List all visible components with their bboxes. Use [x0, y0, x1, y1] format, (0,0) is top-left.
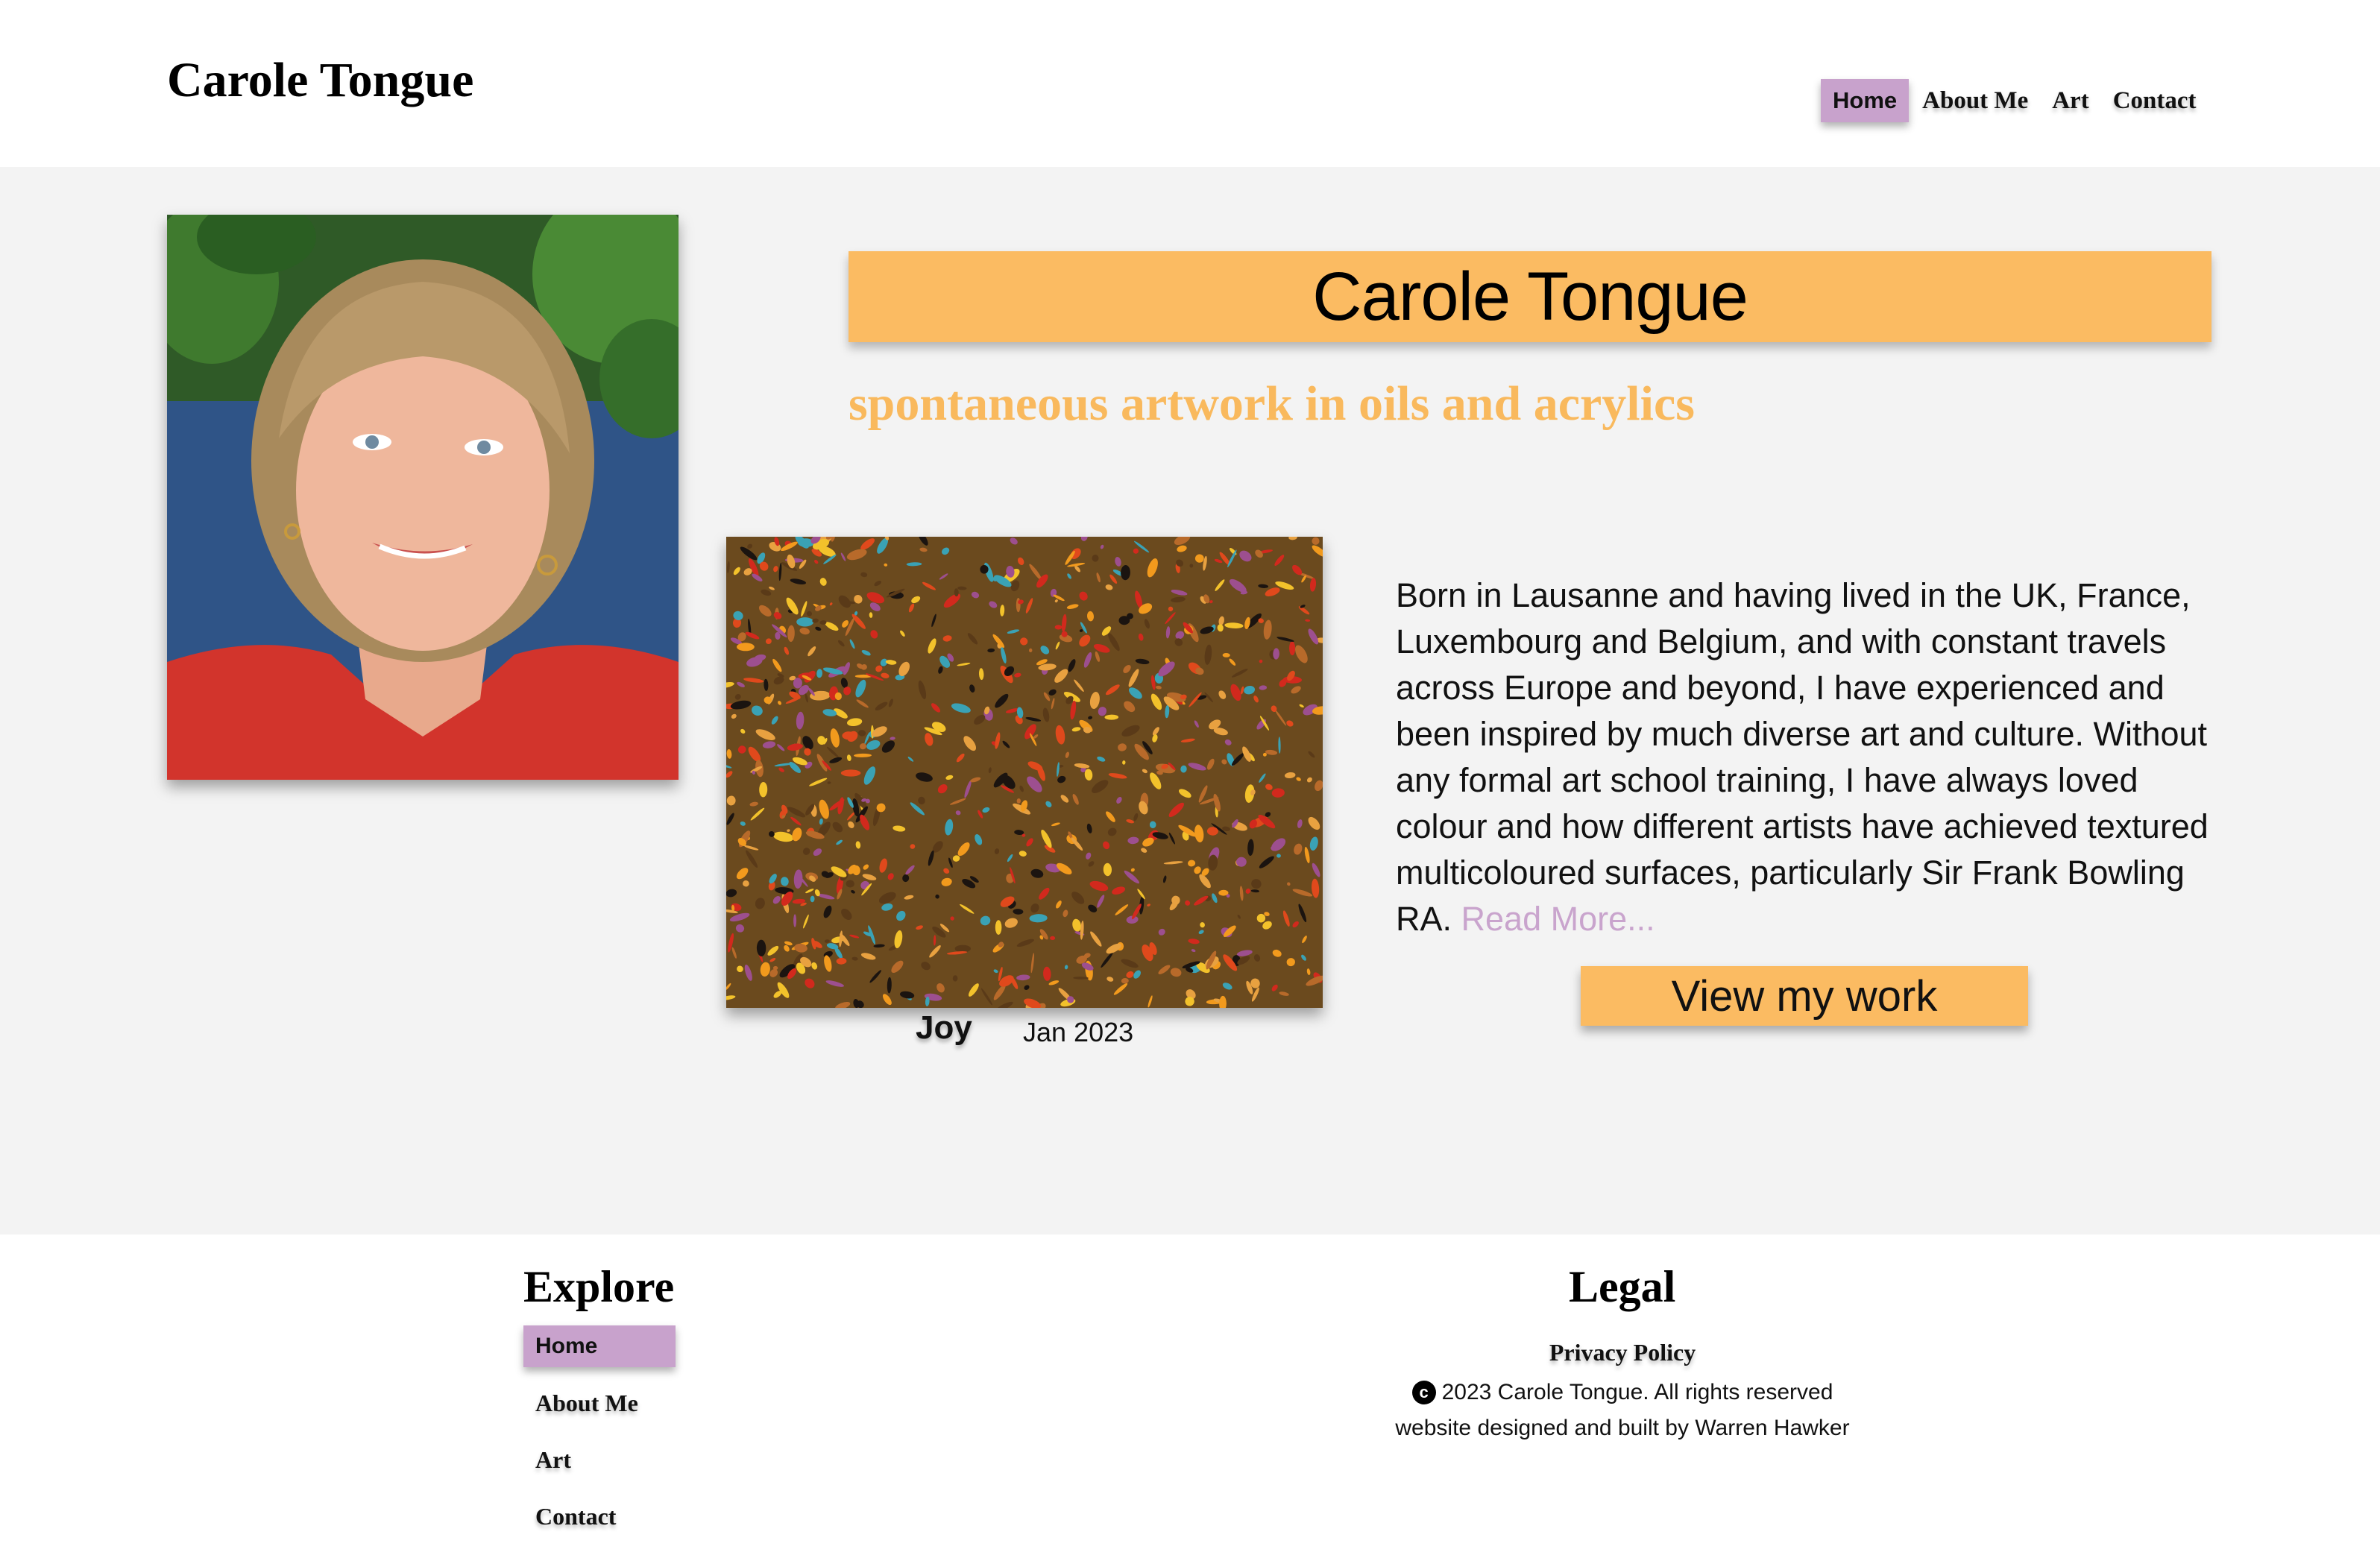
footer-link-contact[interactable]: Contact	[523, 1495, 676, 1537]
hero-banner: Carole Tongue	[849, 251, 2211, 342]
site-footer: Explore Home About Me Art Contact Legal …	[0, 1234, 2380, 1561]
explore-links: Home About Me Art Contact	[523, 1325, 676, 1552]
footer-link-art[interactable]: Art	[523, 1439, 676, 1480]
main-nav: Home About Me Art Contact	[1821, 79, 2209, 122]
main-content: Carole Tongue spontaneous artwork in oil…	[0, 167, 2380, 1234]
artwork-title: Joy	[916, 1009, 972, 1046]
footer-link-about-me[interactable]: About Me	[523, 1382, 676, 1424]
bio-text: Born in Lausanne and having lived in the…	[1396, 573, 2222, 942]
nav-item-home[interactable]: Home	[1821, 79, 1910, 122]
credit-line: website designed and built by Warren Haw…	[1327, 1410, 1918, 1446]
hero-name: Carole Tongue	[1312, 258, 1748, 335]
credit-text: website designed and built by Warren Haw…	[1395, 1416, 1850, 1440]
tagline: spontaneous artwork in oils and acrylics	[849, 376, 1695, 431]
nav-item-about-me[interactable]: About Me	[1910, 79, 2040, 122]
copyright-text: 2023 Carole Tongue. All rights reserved	[1441, 1380, 1833, 1404]
site-header: Carole Tongue Home About Me Art Contact	[0, 0, 2380, 167]
footer-link-home[interactable]: Home	[523, 1325, 676, 1367]
copyright-icon: c	[1411, 1381, 1436, 1404]
legal-column: Privacy Policy c 2023 Carole Tongue. All…	[1327, 1330, 1918, 1446]
featured-artwork-image[interactable]	[726, 537, 1323, 1008]
nav-item-art[interactable]: Art	[2040, 79, 2100, 122]
read-more-link[interactable]: Read More...	[1461, 900, 1655, 938]
legal-heading: Legal	[1569, 1262, 1676, 1311]
artwork-date: Jan 2023	[1023, 1017, 1134, 1047]
artist-portrait	[167, 215, 679, 780]
view-my-work-button[interactable]: View my work	[1581, 966, 2028, 1026]
copyright-line: c 2023 Carole Tongue. All rights reserve…	[1327, 1375, 1918, 1410]
bio-body: Born in Lausanne and having lived in the…	[1396, 576, 2209, 938]
explore-heading: Explore	[523, 1262, 675, 1311]
site-title[interactable]: Carole Tongue	[167, 52, 473, 109]
privacy-policy-link[interactable]: Privacy Policy	[1549, 1330, 1696, 1375]
nav-item-contact[interactable]: Contact	[2101, 79, 2209, 122]
